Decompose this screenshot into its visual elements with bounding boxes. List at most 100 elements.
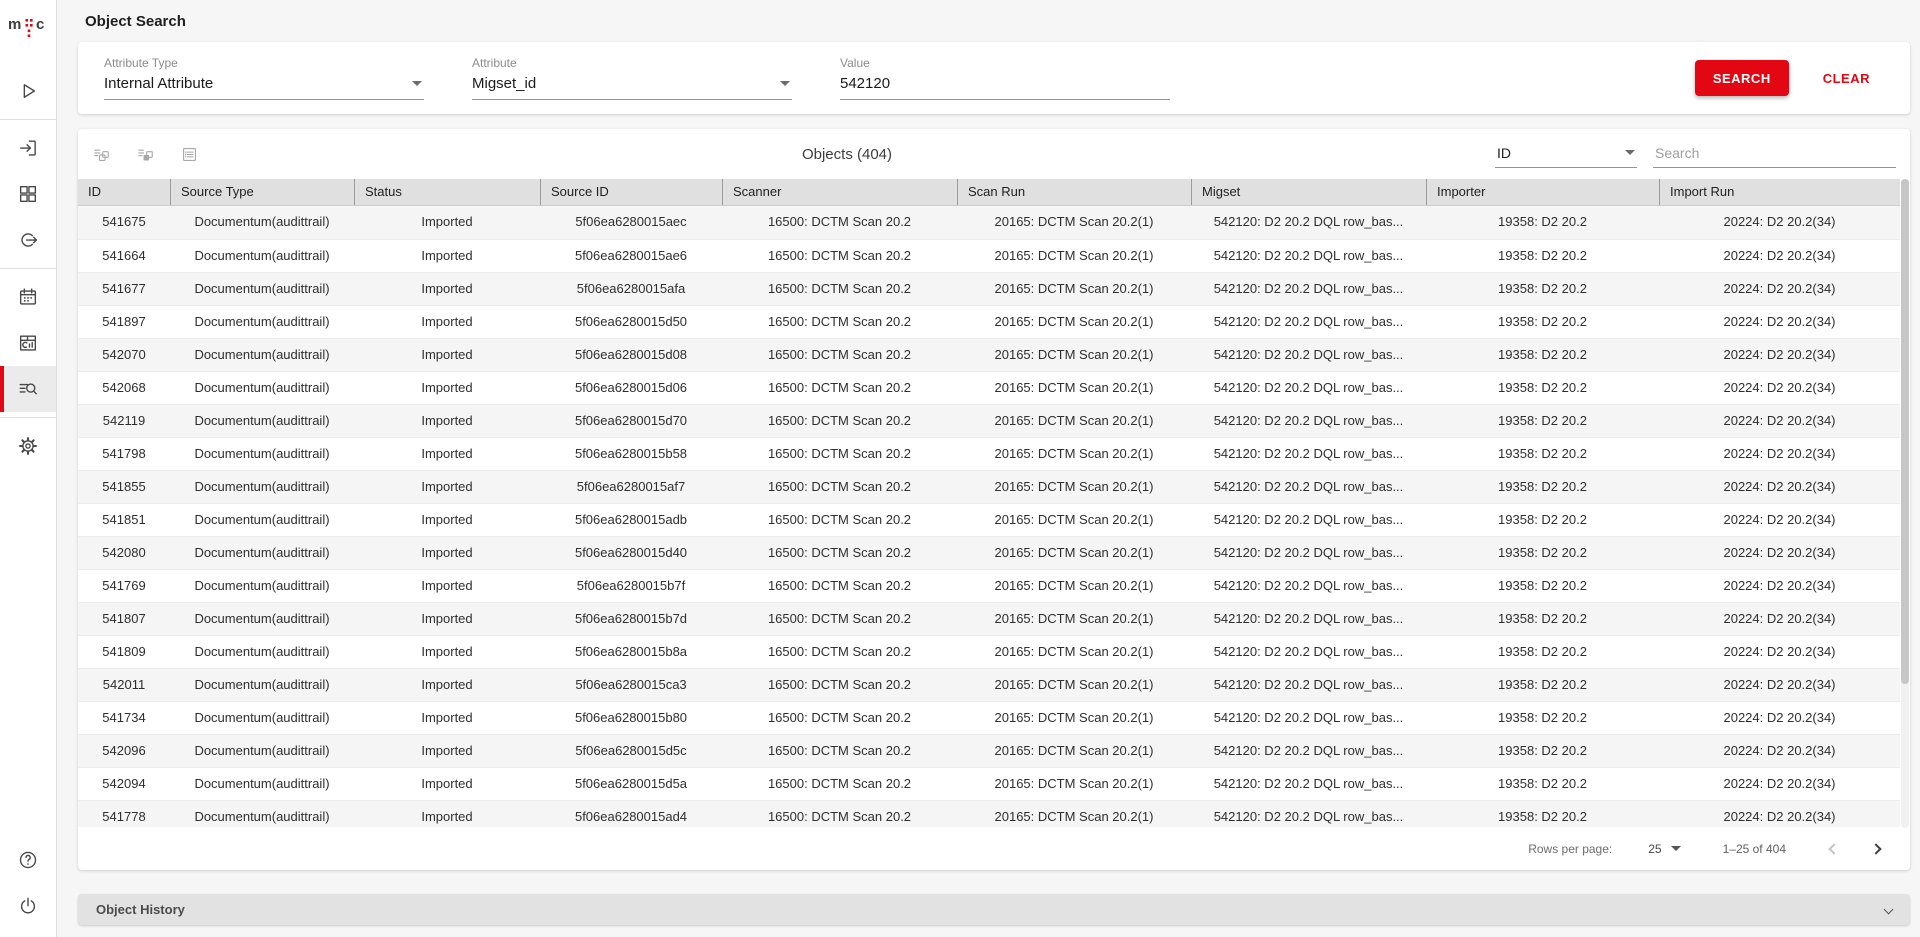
table-cell-import-run: 20224: D2 20.2(34) <box>1659 768 1900 800</box>
table-cell-source-id: 5f06ea6280015d5a <box>540 768 722 800</box>
import-icon <box>17 137 39 159</box>
sidebar-item-settings[interactable] <box>0 423 56 469</box>
table-cell-source-id: 5f06ea6280015aec <box>540 206 722 239</box>
sidebar-item-help[interactable] <box>0 837 56 883</box>
column-header-importer[interactable]: Importer <box>1426 179 1659 205</box>
table-row[interactable]: 541675Documentum(audittrail)Imported5f06… <box>78 206 1900 239</box>
view-list-button[interactable] <box>180 145 199 164</box>
sidebar-item-logout[interactable] <box>0 883 56 929</box>
table-cell-source-type: Documentum(audittrail) <box>170 206 354 239</box>
table-cell-scanner: 16500: DCTM Scan 20.2 <box>722 768 957 800</box>
table-row[interactable]: 541897Documentum(audittrail)Imported5f06… <box>78 305 1900 338</box>
table-cell-import-run: 20224: D2 20.2(34) <box>1659 438 1900 470</box>
table-cell-migset: 542120: D2 20.2 DQL row_bas... <box>1191 504 1426 536</box>
table-cell-importer: 19358: D2 20.2 <box>1426 504 1659 536</box>
attribute-select[interactable]: Migset_id <box>472 70 792 100</box>
filter-column-select[interactable]: ID <box>1495 141 1637 168</box>
column-header-migset[interactable]: Migset <box>1191 179 1426 205</box>
sidebar-item-object-search[interactable] <box>0 366 56 412</box>
table-cell-source-id: 5f06ea6280015b7d <box>540 603 722 635</box>
sidebar-item-run[interactable] <box>0 68 56 114</box>
table-cell-scanner: 16500: DCTM Scan 20.2 <box>722 471 957 503</box>
table-cell-scanner: 16500: DCTM Scan 20.2 <box>722 636 957 668</box>
table-row[interactable]: 541855Documentum(audittrail)Imported5f06… <box>78 470 1900 503</box>
table-cell-importer: 19358: D2 20.2 <box>1426 669 1659 701</box>
table-cell-source-id: 5f06ea6280015d50 <box>540 306 722 338</box>
table-cell-import-run: 20224: D2 20.2(34) <box>1659 471 1900 503</box>
table-cell-source-type: Documentum(audittrail) <box>170 735 354 767</box>
table-cell-migset: 542120: D2 20.2 DQL row_bas... <box>1191 306 1426 338</box>
column-header-status[interactable]: Status <box>354 179 540 205</box>
table-row[interactable]: 542070Documentum(audittrail)Imported5f06… <box>78 338 1900 371</box>
table-row[interactable]: 541798Documentum(audittrail)Imported5f06… <box>78 437 1900 470</box>
table-row[interactable]: 541677Documentum(audittrail)Imported5f06… <box>78 272 1900 305</box>
table-cell-source-id: 5f06ea6280015b7f <box>540 570 722 602</box>
table-row[interactable]: 541809Documentum(audittrail)Imported5f06… <box>78 635 1900 668</box>
chevron-down-icon <box>412 81 422 86</box>
table-cell-importer: 19358: D2 20.2 <box>1426 240 1659 272</box>
table-cell-scanner: 16500: DCTM Scan 20.2 <box>722 801 957 827</box>
sidebar-item-export[interactable] <box>0 217 56 263</box>
table-row[interactable]: 541807Documentum(audittrail)Imported5f06… <box>78 602 1900 635</box>
table-cell-source-type: Documentum(audittrail) <box>170 702 354 734</box>
table-cell-source-id: 5f06ea6280015ad4 <box>540 801 722 827</box>
table-header-row: IDSource TypeStatusSource IDScannerScan … <box>78 179 1900 206</box>
table-row[interactable]: 541769Documentum(audittrail)Imported5f06… <box>78 569 1900 602</box>
table-row[interactable]: 541851Documentum(audittrail)Imported5f06… <box>78 503 1900 536</box>
column-header-id[interactable]: ID <box>78 179 170 205</box>
table-cell-scanner: 16500: DCTM Scan 20.2 <box>722 206 957 239</box>
table-row[interactable]: 541734Documentum(audittrail)Imported5f06… <box>78 701 1900 734</box>
value-input[interactable]: 542120 <box>840 70 1170 100</box>
table-cell-source-type: Documentum(audittrail) <box>170 504 354 536</box>
table-cell-id: 542068 <box>78 372 170 404</box>
table-row[interactable]: 542068Documentum(audittrail)Imported5f06… <box>78 371 1900 404</box>
table-cell-scan-run: 20165: DCTM Scan 20.2(1) <box>957 570 1191 602</box>
table-search-input[interactable] <box>1653 141 1896 168</box>
next-page-button[interactable] <box>1868 841 1884 857</box>
sidebar-nav <box>0 68 56 469</box>
attribute-type-select[interactable]: Internal Attribute <box>104 70 424 100</box>
table-cell-import-run: 20224: D2 20.2(34) <box>1659 735 1900 767</box>
view-list-icon <box>180 152 199 167</box>
chevron-down-icon <box>1884 905 1894 915</box>
sidebar-item-import[interactable] <box>0 125 56 171</box>
sidebar-item-dashboard[interactable] <box>0 171 56 217</box>
table-row[interactable]: 542080Documentum(audittrail)Imported5f06… <box>78 536 1900 569</box>
table-cell-scan-run: 20165: DCTM Scan 20.2(1) <box>957 438 1191 470</box>
table-row[interactable]: 542011Documentum(audittrail)Imported5f06… <box>78 668 1900 701</box>
table-scrollbar-thumb[interactable] <box>1901 179 1909 684</box>
table-row[interactable]: 542119Documentum(audittrail)Imported5f06… <box>78 404 1900 437</box>
column-header-source-id[interactable]: Source ID <box>540 179 722 205</box>
copy-list-filled-button[interactable] <box>136 145 155 164</box>
rows-per-page-select[interactable]: 25 <box>1642 841 1686 857</box>
table-cell-id: 541769 <box>78 570 170 602</box>
table-cell-source-id: 5f06ea6280015b80 <box>540 702 722 734</box>
sidebar-item-scheduler[interactable] <box>0 274 56 320</box>
previous-page-button[interactable] <box>1826 841 1842 857</box>
table-cell-importer: 19358: D2 20.2 <box>1426 570 1659 602</box>
table-cell-migset: 542120: D2 20.2 DQL row_bas... <box>1191 768 1426 800</box>
table-row[interactable]: 541664Documentum(audittrail)Imported5f06… <box>78 239 1900 272</box>
copy-list-button[interactable] <box>92 145 111 164</box>
table-cell-source-type: Documentum(audittrail) <box>170 438 354 470</box>
table-cell-scan-run: 20165: DCTM Scan 20.2(1) <box>957 702 1191 734</box>
column-header-scanner[interactable]: Scanner <box>722 179 957 205</box>
svg-text:c: c <box>36 16 44 33</box>
table-cell-import-run: 20224: D2 20.2(34) <box>1659 306 1900 338</box>
column-header-scan-run[interactable]: Scan Run <box>957 179 1191 205</box>
value-field: Value 542120 <box>840 56 1170 100</box>
chevron-right-icon <box>1870 843 1881 854</box>
table-scrollbar[interactable] <box>1901 179 1909 828</box>
table-row[interactable]: 542096Documentum(audittrail)Imported5f06… <box>78 734 1900 767</box>
table-cell-scanner: 16500: DCTM Scan 20.2 <box>722 405 957 437</box>
sidebar-item-reports[interactable] <box>0 320 56 366</box>
attribute-value: Migset_id <box>472 75 536 92</box>
object-history-panel[interactable]: Object History <box>78 894 1910 925</box>
search-button[interactable]: SEARCH <box>1695 60 1789 96</box>
table-cell-status: Imported <box>354 801 540 827</box>
table-row[interactable]: 542094Documentum(audittrail)Imported5f06… <box>78 767 1900 800</box>
column-header-import-run[interactable]: Import Run <box>1659 179 1900 205</box>
table-row[interactable]: 541778Documentum(audittrail)Imported5f06… <box>78 800 1900 827</box>
clear-button[interactable]: CLEAR <box>1817 70 1876 87</box>
column-header-source-type[interactable]: Source Type <box>170 179 354 205</box>
